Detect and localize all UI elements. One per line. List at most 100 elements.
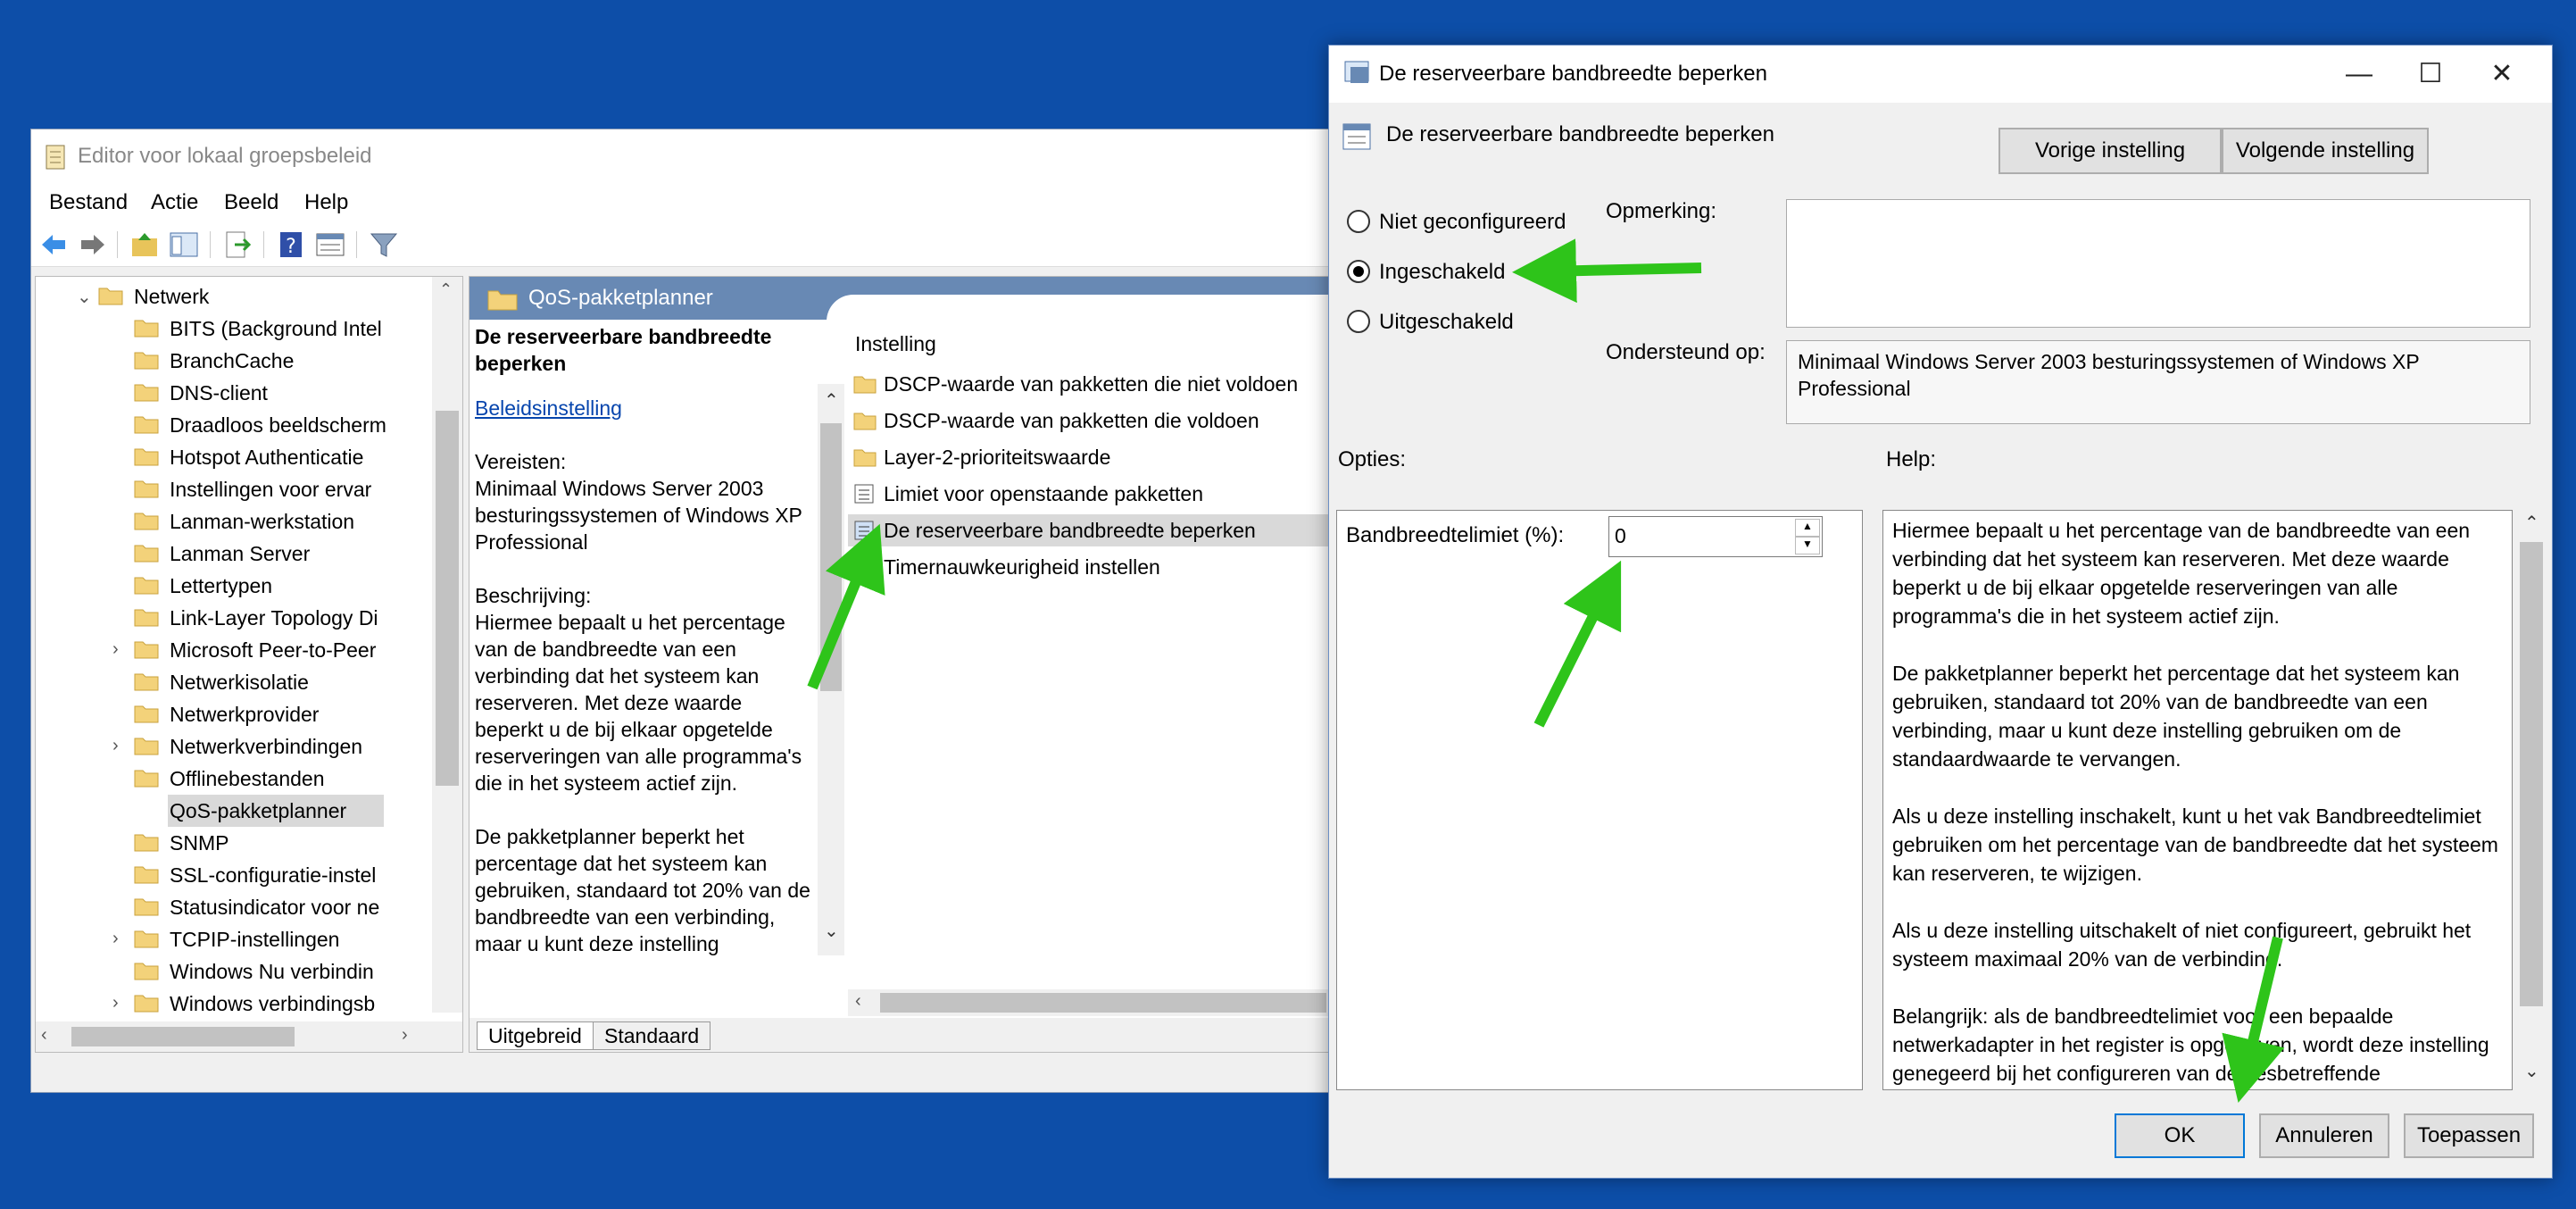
properties-icon[interactable] xyxy=(315,229,345,260)
scroll-up-icon[interactable]: ⌃ xyxy=(2524,512,2539,534)
tab-standaard[interactable]: Standaard xyxy=(593,1021,711,1050)
scroll-down-icon[interactable]: ⌄ xyxy=(824,920,839,942)
help-scrollbar[interactable]: ⌃ ⌄ xyxy=(2516,510,2547,1090)
spin-up-icon[interactable]: ▲ xyxy=(1795,519,1820,537)
tree-item[interactable]: › Microsoft Peer-to-Peer xyxy=(36,634,428,666)
supported-on-field[interactable]: Minimaal Windows Server 2003 besturingss… xyxy=(1786,340,2530,424)
apply-button[interactable]: Toepassen xyxy=(2404,1113,2534,1158)
policy-settings-link[interactable]: Beleidsinstelling xyxy=(475,395,814,421)
tree-item[interactable]: SSL-configuratie-instel xyxy=(36,859,428,891)
help-scroll-thumb[interactable] xyxy=(2520,542,2543,1006)
tab-uitgebreid[interactable]: Uitgebreid xyxy=(477,1021,594,1050)
tree-item-label: BITS (Background Intel xyxy=(170,317,382,340)
tree-item[interactable]: Lanman-werkstation xyxy=(36,505,428,538)
editor-title-bar[interactable]: Editor voor lokaal groepsbeleid xyxy=(31,129,1333,185)
back-arrow-icon[interactable] xyxy=(38,229,69,260)
scroll-up-icon[interactable]: ⌃ xyxy=(824,389,839,412)
folder-icon xyxy=(134,930,159,948)
menu-bestand[interactable]: Bestand xyxy=(49,190,128,215)
tree-item[interactable]: › TCPIP-instellingen xyxy=(36,923,428,955)
export-list-icon[interactable] xyxy=(222,229,253,260)
radio-circle[interactable] xyxy=(1347,260,1370,283)
tree-item[interactable]: ›QoS-pakketplanner xyxy=(168,795,384,827)
tree-item[interactable]: DNS-client xyxy=(36,377,428,409)
next-setting-button[interactable]: Volgende instelling xyxy=(2222,128,2429,174)
folder-icon xyxy=(134,641,159,659)
scroll-down-icon[interactable]: ⌄ xyxy=(2524,1060,2539,1082)
folder-icon xyxy=(134,866,159,884)
menu-help[interactable]: Help xyxy=(304,190,348,215)
tree-item[interactable]: Lanman Server xyxy=(36,538,428,570)
show-hide-tree-icon[interactable] xyxy=(169,229,199,260)
description-scrollbar[interactable]: ⌃ ⌄ xyxy=(818,384,844,955)
tree-item[interactable]: Lettertypen xyxy=(36,570,428,602)
tree-item[interactable]: ⌄ Netwerk xyxy=(36,280,428,313)
forward-arrow-icon[interactable] xyxy=(78,229,108,260)
collapsed-chevron-icon[interactable]: › xyxy=(112,736,119,756)
comment-textarea[interactable] xyxy=(1786,199,2530,328)
collapsed-chevron-icon[interactable]: › xyxy=(112,639,119,660)
tree-item[interactable]: Statusindicator voor ne xyxy=(36,891,428,923)
menu-actie[interactable]: Actie xyxy=(151,190,198,215)
bandwidth-limit-spinner[interactable]: 0 ▲ ▼ xyxy=(1608,516,1823,557)
folder-icon xyxy=(134,513,159,530)
settings-list-item[interactable]: Limiet voor openstaande pakketten xyxy=(848,478,1330,510)
tree-horizontal-scrollbar[interactable]: ‹ › xyxy=(36,1021,462,1052)
tree-item[interactable]: Netwerkisolatie xyxy=(36,666,428,698)
scroll-left-icon[interactable]: ‹ xyxy=(855,991,861,1012)
settings-list-item[interactable]: Layer-2-prioriteitswaarde xyxy=(848,441,1330,473)
dialog-title-bar[interactable]: De reserveerbare bandbreedte beperken — … xyxy=(1329,46,2552,103)
list-hscroll-thumb[interactable] xyxy=(880,993,1326,1013)
list-column-header[interactable]: Instelling xyxy=(855,332,936,356)
help-panel: Hiermee bepaalt u het percentage van de … xyxy=(1882,510,2513,1090)
help-icon[interactable]: ? xyxy=(276,229,306,260)
tree-item[interactable]: SNMP xyxy=(36,827,428,859)
tree-item-label: Lanman Server xyxy=(170,542,311,565)
collapsed-chevron-icon[interactable]: › xyxy=(112,929,119,949)
settings-list-item[interactable]: DSCP-waarde van pakketten die voldoen xyxy=(848,404,1330,437)
settings-list: Instelling DSCP-waarde van pakketten die… xyxy=(848,323,1330,1002)
tree-item-label: Lanman-werkstation xyxy=(170,510,355,533)
scroll-right-icon[interactable]: › xyxy=(402,1025,408,1046)
minimize-icon[interactable]: — xyxy=(2332,54,2386,94)
close-icon[interactable]: ✕ xyxy=(2475,54,2529,94)
tree-item[interactable]: Hotspot Authenticatie xyxy=(36,441,428,473)
spin-down-icon[interactable]: ▼ xyxy=(1795,537,1820,554)
scroll-left-icon[interactable]: ‹ xyxy=(41,1025,47,1046)
tree-item[interactable]: Offlinebestanden xyxy=(36,763,428,795)
cancel-button[interactable]: Annuleren xyxy=(2259,1113,2389,1158)
tree-item[interactable]: BITS (Background Intel xyxy=(36,313,428,345)
bandwidth-limit-value[interactable]: 0 xyxy=(1615,524,1626,548)
expanded-chevron-icon[interactable]: ⌄ xyxy=(77,286,92,308)
menu-beeld[interactable]: Beeld xyxy=(224,190,278,215)
folder-icon xyxy=(134,609,159,627)
requirements-label: Vereisten: xyxy=(475,450,567,473)
tree-item[interactable]: Windows Nu verbindin xyxy=(36,955,428,988)
collapsed-chevron-icon[interactable]: › xyxy=(112,993,119,1013)
tree-hscroll-thumb[interactable] xyxy=(71,1027,295,1046)
ok-button[interactable]: OK xyxy=(2115,1113,2245,1158)
tree-vertical-scrollbar[interactable]: ⌃ xyxy=(432,277,462,1013)
description-scroll-thumb[interactable] xyxy=(820,423,842,691)
tree-item[interactable]: Instellingen voor ervar xyxy=(36,473,428,505)
settings-list-item[interactable]: Timernauwkeurigheid instellen xyxy=(848,551,1330,583)
tree-item[interactable]: BranchCache xyxy=(36,345,428,377)
tree-item[interactable]: › Windows verbindingsb xyxy=(36,988,428,1020)
tree-item[interactable]: Link-Layer Topology Di xyxy=(36,602,428,634)
up-folder-icon[interactable] xyxy=(129,229,160,260)
dialog-header-title: De reserveerbare bandbreedte beperken xyxy=(1386,122,1774,146)
filter-icon[interactable] xyxy=(369,229,399,260)
settings-list-item[interactable]: De reserveerbare bandbreedte beperken xyxy=(848,514,1330,546)
folder-icon xyxy=(134,834,159,852)
previous-setting-button[interactable]: Vorige instelling xyxy=(1998,128,2222,174)
radio-circle[interactable] xyxy=(1347,210,1370,233)
maximize-icon[interactable]: ☐ xyxy=(2404,54,2457,94)
scroll-up-icon[interactable]: ⌃ xyxy=(439,280,453,299)
tree-item[interactable]: Netwerkprovider xyxy=(36,698,428,730)
tree-scroll-thumb[interactable] xyxy=(436,411,459,786)
tree-item[interactable]: › Netwerkverbindingen xyxy=(36,730,428,763)
tree-item[interactable]: Draadloos beeldscherm xyxy=(36,409,428,441)
settings-list-item[interactable]: DSCP-waarde van pakketten die niet voldo… xyxy=(848,368,1330,400)
radio-circle[interactable] xyxy=(1347,310,1370,333)
list-horizontal-scrollbar[interactable]: ‹ xyxy=(848,989,1330,1016)
